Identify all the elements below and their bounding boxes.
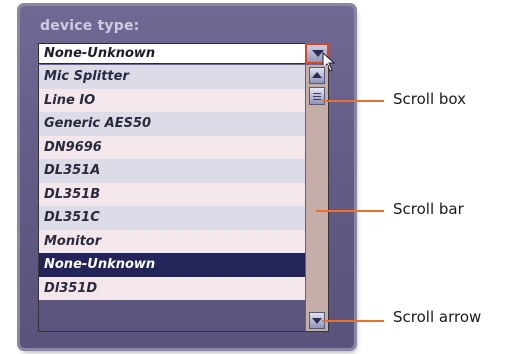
- list-item-label: Generic AES50: [44, 116, 152, 131]
- grip-line: [313, 93, 321, 94]
- select-current-value: None-Unknown: [44, 46, 156, 61]
- grip-line: [313, 96, 321, 97]
- list-item-label: Monitor: [44, 233, 102, 249]
- list-item-label: Line IO: [44, 92, 96, 108]
- list-item-label: Mic Splitter: [44, 69, 129, 84]
- list-item-label: Dl351D: [44, 280, 98, 296]
- scroll-up-arrow-button[interactable]: [309, 67, 325, 84]
- list-item[interactable]: DN9696: [39, 135, 305, 159]
- callout-line-scroll-box: [322, 100, 384, 102]
- scroll-box[interactable]: [309, 87, 325, 105]
- callout-scroll-box: Scroll box: [393, 90, 467, 108]
- list-item-label: DN9696: [44, 139, 102, 155]
- device-type-dropdown-list: Mic Splitter Line IO Generic AES50 DN969…: [38, 65, 305, 332]
- device-type-label: device type:: [40, 18, 140, 34]
- list-item[interactable]: Line IO: [39, 88, 305, 112]
- callout-scroll-arrow: Scroll arrow: [393, 308, 482, 326]
- callout-line-scroll-bar: [316, 210, 384, 212]
- list-item[interactable]: DL351C: [39, 206, 305, 230]
- grip-line: [313, 99, 321, 100]
- list-item[interactable]: Monitor: [39, 229, 305, 253]
- callout-scroll-bar: Scroll bar: [393, 200, 464, 218]
- screenshot-stage: device type: None-Unknown Mic Splitter L…: [0, 0, 512, 354]
- callout-line-scroll-arrow: [322, 320, 384, 322]
- list-item-label: DL351C: [44, 210, 100, 225]
- scroll-bar[interactable]: [305, 65, 329, 332]
- list-item[interactable]: DL351A: [39, 159, 305, 183]
- list-item[interactable]: DL351B: [39, 182, 305, 206]
- device-type-select[interactable]: None-Unknown: [38, 43, 329, 64]
- chevron-down-icon: [312, 318, 322, 324]
- list-item-label: None-Unknown: [44, 257, 156, 272]
- list-item[interactable]: Mic Splitter: [39, 65, 305, 89]
- list-item[interactable]: Dl351D: [39, 276, 305, 300]
- list-item-label: DL351B: [44, 186, 101, 202]
- chevron-up-icon: [312, 72, 322, 78]
- list-item-selected[interactable]: None-Unknown: [39, 253, 305, 277]
- list-item-label: DL351A: [44, 163, 101, 178]
- list-item[interactable]: Generic AES50: [39, 112, 305, 136]
